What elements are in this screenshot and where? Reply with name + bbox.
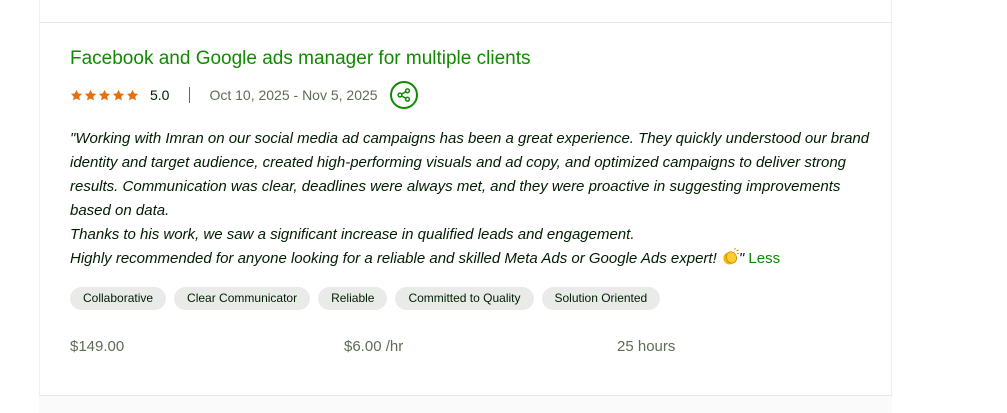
review-paragraph-2: Thanks to his work, we saw a significant… bbox=[70, 226, 635, 243]
less-link[interactable]: Less bbox=[748, 250, 780, 267]
rating-row: 5.0 Oct 10, 2025 - Nov 5, 2025 bbox=[70, 80, 418, 110]
review-close-quote: " bbox=[738, 250, 745, 267]
rating-value: 5.0 bbox=[150, 87, 170, 103]
next-card-area bbox=[39, 396, 892, 413]
star-icon bbox=[112, 89, 125, 102]
clapping-hands-icon bbox=[721, 247, 739, 266]
review-paragraph-3-text: Highly recommended for anyone looking fo… bbox=[70, 250, 717, 267]
tag-committed-to-quality: Committed to Quality bbox=[395, 287, 534, 310]
tag-reliable: Reliable bbox=[318, 287, 388, 310]
top-divider bbox=[39, 22, 892, 23]
star-rating bbox=[70, 89, 139, 102]
vertical-divider bbox=[189, 87, 191, 103]
job-title-link[interactable]: Facebook and Google ads manager for mult… bbox=[70, 46, 530, 72]
review-paragraph-3: Highly recommended for anyone looking fo… bbox=[70, 247, 870, 271]
hourly-rate: $6.00 /hr bbox=[344, 338, 404, 355]
tag-collaborative: Collaborative bbox=[70, 287, 167, 310]
total-earned: $149.00 bbox=[70, 338, 125, 355]
review-paragraph-1: "Working with Imran on our social media … bbox=[70, 130, 870, 219]
hours-worked: 25 hours bbox=[617, 338, 676, 355]
star-icon bbox=[70, 89, 83, 102]
star-icon bbox=[84, 89, 97, 102]
skill-tags: Collaborative Clear Communicator Reliabl… bbox=[70, 287, 661, 310]
contract-dates: Oct 10, 2025 - Nov 5, 2025 bbox=[209, 87, 378, 103]
star-icon bbox=[126, 89, 139, 102]
share-icon bbox=[396, 88, 410, 102]
share-button[interactable] bbox=[389, 81, 418, 109]
client-review: "Working with Imran on our social media … bbox=[70, 127, 870, 271]
tag-solution-oriented: Solution Oriented bbox=[541, 287, 661, 310]
star-icon bbox=[98, 89, 111, 102]
tag-clear-communicator: Clear Communicator bbox=[174, 287, 311, 310]
